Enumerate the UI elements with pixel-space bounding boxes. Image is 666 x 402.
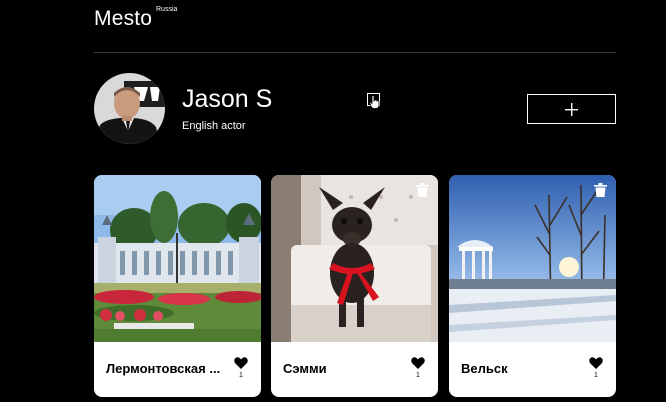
profile-name: Jason S xyxy=(182,85,273,113)
like-count: 1 xyxy=(416,372,420,379)
card-title: Лермонтовская ... xyxy=(106,361,221,376)
plus-icon xyxy=(565,103,578,116)
header: Mesto Russia xyxy=(94,0,616,53)
card: Лермонтовская ... 1 xyxy=(94,175,261,397)
like-count: 1 xyxy=(594,372,598,379)
trash-icon[interactable] xyxy=(416,183,429,197)
add-card-button[interactable] xyxy=(527,94,616,124)
heart-icon[interactable] xyxy=(411,357,425,369)
card: Сэмми 1 xyxy=(271,175,438,397)
avatar[interactable] xyxy=(94,73,165,144)
card-image[interactable] xyxy=(94,175,261,342)
card-image[interactable] xyxy=(271,175,438,342)
card-photo-winter xyxy=(449,175,616,342)
profile-about: English actor xyxy=(182,120,246,132)
heart-icon[interactable] xyxy=(589,357,603,369)
like-count: 1 xyxy=(239,372,243,379)
card-title: Вельск xyxy=(461,361,508,376)
card-image[interactable] xyxy=(449,175,616,342)
logo-superscript: Russia xyxy=(156,6,178,13)
heart-icon[interactable] xyxy=(234,357,248,369)
card-photo-park xyxy=(94,175,261,342)
page: Mesto Russia Jason S English actor Лермо… xyxy=(0,0,666,402)
card: Вельск 1 xyxy=(449,175,616,397)
card-photo-dog xyxy=(271,175,438,342)
logo: Mesto xyxy=(94,7,153,30)
card-title: Сэмми xyxy=(283,361,327,376)
trash-icon[interactable] xyxy=(594,183,607,197)
hand-cursor-icon xyxy=(369,95,380,109)
avatar-photo xyxy=(94,73,165,144)
